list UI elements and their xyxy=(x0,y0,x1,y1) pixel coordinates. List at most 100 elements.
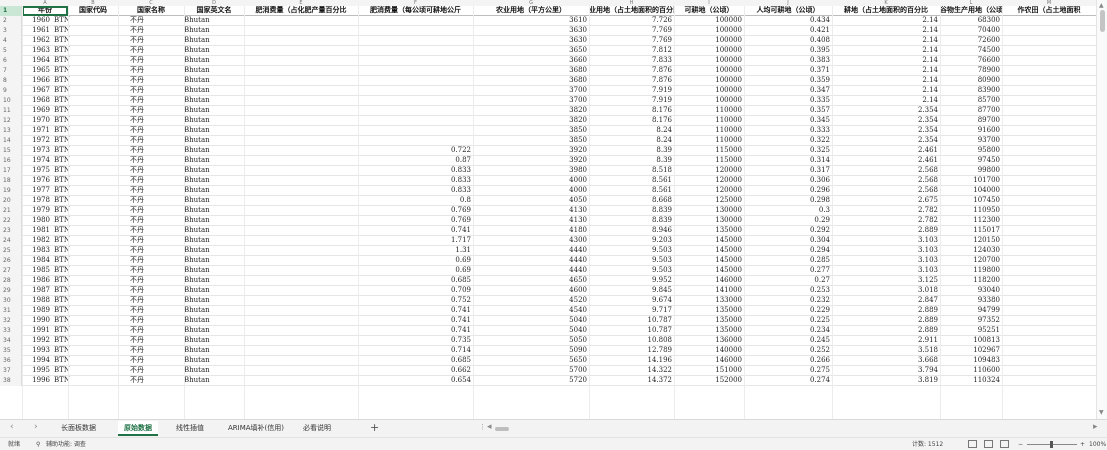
table-cell[interactable]: 2.14 xyxy=(832,66,940,76)
table-cell[interactable]: 102967 xyxy=(940,346,1002,356)
row-number[interactable]: 19 xyxy=(0,186,22,196)
spreadsheet-grid[interactable]: ABCDEFGHIJKLM 1 年份 国家代码 国家名称 国家英文名 肥消费量（占化肥产量… xyxy=(0,0,1096,419)
table-cell[interactable]: 3.518 xyxy=(832,346,940,356)
table-cell[interactable]: 9.717 xyxy=(589,306,674,316)
table-cell[interactable]: 4130 xyxy=(473,216,589,226)
table-cell[interactable]: 1963 xyxy=(22,46,52,56)
table-cell[interactable]: BTN xyxy=(54,366,84,376)
table-cell[interactable]: 2.14 xyxy=(832,86,940,96)
table-cell[interactable]: 120000 xyxy=(674,176,744,186)
table-cell[interactable]: 3820 xyxy=(473,116,589,126)
table-cell[interactable]: 0.29 xyxy=(744,216,832,226)
table-cell[interactable] xyxy=(244,266,358,276)
table-cell[interactable]: 3920 xyxy=(473,156,589,166)
table-cell[interactable]: 1967 xyxy=(22,86,52,96)
table-cell[interactable] xyxy=(244,176,358,186)
table-cell[interactable]: 1982 xyxy=(22,236,52,246)
table-cell[interactable]: 0.322 xyxy=(744,136,832,146)
row-number[interactable]: 23 xyxy=(0,226,22,236)
table-cell[interactable]: 1991 xyxy=(22,326,52,336)
table-cell[interactable] xyxy=(244,276,358,286)
row-number[interactable]: 34 xyxy=(0,336,22,346)
table-cell[interactable]: BTN xyxy=(54,336,84,346)
table-cell[interactable]: 2.461 xyxy=(832,146,940,156)
table-cell[interactable]: 0.347 xyxy=(744,86,832,96)
table-cell[interactable]: 78900 xyxy=(940,66,1002,76)
table-cell[interactable]: 8.668 xyxy=(589,196,674,206)
table-cell[interactable]: 110324 xyxy=(940,376,1002,386)
table-cell[interactable]: Bhutan xyxy=(184,176,244,186)
table-cell[interactable]: 3.668 xyxy=(832,356,940,366)
table-cell[interactable]: 9.674 xyxy=(589,296,674,306)
table-cell[interactable]: 5700 xyxy=(473,366,589,376)
table-cell[interactable]: 0.371 xyxy=(744,66,832,76)
table-cell[interactable]: BTN xyxy=(54,26,84,36)
table-cell[interactable] xyxy=(358,56,473,66)
table-cell[interactable] xyxy=(244,226,358,236)
row-number[interactable]: 17 xyxy=(0,166,22,176)
table-cell[interactable]: 0.285 xyxy=(744,256,832,266)
table-cell[interactable] xyxy=(244,116,358,126)
row-number[interactable]: 33 xyxy=(0,326,22,336)
column-header-cell[interactable]: 人均可耕地（公顷） xyxy=(744,6,832,16)
table-cell[interactable]: Bhutan xyxy=(184,256,244,266)
table-cell[interactable]: 0.752 xyxy=(358,296,473,306)
table-cell[interactable]: 3980 xyxy=(473,166,589,176)
table-cell[interactable]: 146000 xyxy=(674,276,744,286)
row-number[interactable]: 25 xyxy=(0,246,22,256)
table-cell[interactable]: 7.769 xyxy=(589,26,674,36)
table-cell[interactable]: BTN xyxy=(54,86,84,96)
table-cell[interactable]: 119800 xyxy=(940,266,1002,276)
table-cell[interactable]: 1976 xyxy=(22,176,52,186)
table-cell[interactable]: BTN xyxy=(54,246,84,256)
column-header-cell[interactable]: 肥消费量（占化肥产量百分比 xyxy=(244,6,358,16)
table-cell[interactable]: 118200 xyxy=(940,276,1002,286)
table-cell[interactable]: 0.741 xyxy=(358,306,473,316)
table-cell[interactable]: 4440 xyxy=(473,256,589,266)
table-cell[interactable] xyxy=(244,186,358,196)
table-cell[interactable]: 115017 xyxy=(940,226,1002,236)
table-cell[interactable]: 1993 xyxy=(22,346,52,356)
table-cell[interactable]: 107450 xyxy=(940,196,1002,206)
column-header-cell[interactable]: 肥消费量（每公顷可耕地公斤 xyxy=(358,6,473,16)
table-cell[interactable]: 1971 xyxy=(22,126,52,136)
row-number[interactable]: 2 xyxy=(0,16,22,26)
table-cell[interactable]: 2.847 xyxy=(832,296,940,306)
zoom-level[interactable]: 100% xyxy=(1089,440,1106,449)
table-cell[interactable]: Bhutan xyxy=(184,286,244,296)
table-cell[interactable]: Bhutan xyxy=(184,356,244,366)
table-cell[interactable]: 1994 xyxy=(22,356,52,366)
table-cell[interactable]: 2.354 xyxy=(832,116,940,126)
table-cell[interactable]: 10.787 xyxy=(589,316,674,326)
table-cell[interactable]: 0.234 xyxy=(744,326,832,336)
table-cell[interactable] xyxy=(244,306,358,316)
prev-sheet-icon[interactable]: ‹ xyxy=(10,422,14,432)
table-cell[interactable] xyxy=(244,346,358,356)
table-cell[interactable]: 5650 xyxy=(473,356,589,366)
row-number[interactable]: 31 xyxy=(0,306,22,316)
table-cell[interactable] xyxy=(244,56,358,66)
table-cell[interactable]: 0.69 xyxy=(358,256,473,266)
scroll-right-icon[interactable]: ▸ xyxy=(1093,422,1098,432)
table-cell[interactable]: BTN xyxy=(54,376,84,386)
table-cell[interactable]: 95251 xyxy=(940,326,1002,336)
row-number[interactable]: 10 xyxy=(0,96,22,106)
table-cell[interactable]: 3630 xyxy=(473,36,589,46)
table-cell[interactable]: BTN xyxy=(54,296,84,306)
table-cell[interactable]: 76600 xyxy=(940,56,1002,66)
table-cell[interactable] xyxy=(244,86,358,96)
table-cell[interactable]: 1979 xyxy=(22,206,52,216)
row-number[interactable]: 16 xyxy=(0,156,22,166)
row-number[interactable]: 24 xyxy=(0,236,22,246)
table-cell[interactable]: BTN xyxy=(54,176,84,186)
table-cell[interactable]: 136000 xyxy=(674,336,744,346)
row-number[interactable]: 11 xyxy=(0,106,22,116)
table-cell[interactable]: 120000 xyxy=(674,166,744,176)
table-cell[interactable]: 100000 xyxy=(674,46,744,56)
row-number[interactable]: 1 xyxy=(0,6,22,16)
table-cell[interactable]: 5040 xyxy=(473,326,589,336)
table-cell[interactable]: 0.292 xyxy=(744,226,832,236)
table-cell[interactable]: 110000 xyxy=(674,106,744,116)
row-number[interactable]: 8 xyxy=(0,76,22,86)
table-cell[interactable]: 145000 xyxy=(674,266,744,276)
